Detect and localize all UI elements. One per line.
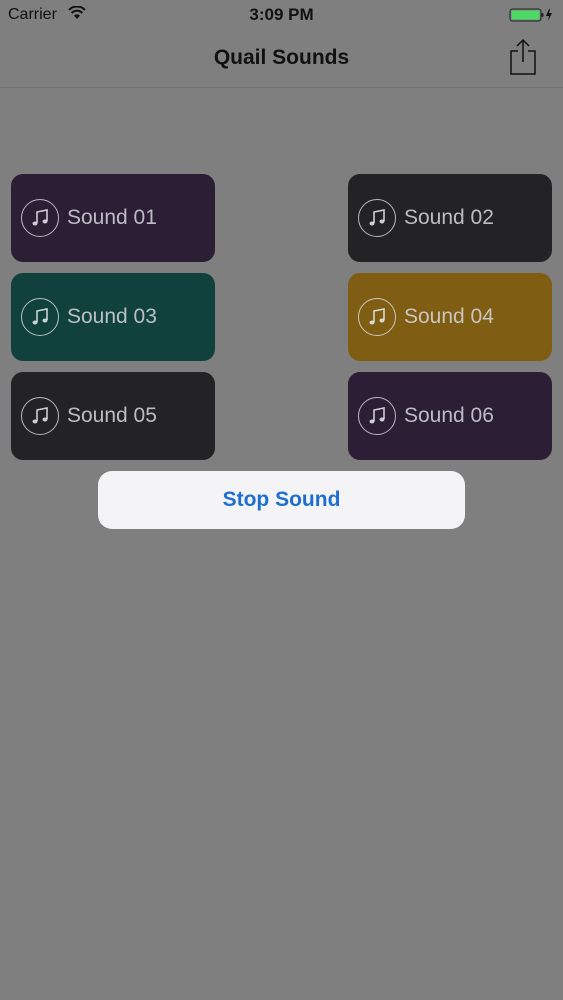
sound-label: Sound 02 bbox=[404, 206, 494, 229]
sound-label: Sound 05 bbox=[67, 404, 157, 427]
sound-button-02[interactable]: Sound 02 bbox=[348, 174, 552, 262]
sound-button-03[interactable]: Sound 03 bbox=[11, 273, 215, 361]
sound-label: Sound 01 bbox=[67, 206, 157, 229]
music-note-icon bbox=[358, 298, 396, 336]
battery-icon bbox=[509, 7, 555, 23]
page-title: Quail Sounds bbox=[213, 46, 350, 69]
navigation-bar: Quail Sounds bbox=[0, 30, 563, 88]
sound-button-04[interactable]: Sound 04 bbox=[348, 273, 552, 361]
share-icon[interactable] bbox=[509, 38, 537, 76]
music-note-icon bbox=[358, 199, 396, 237]
stop-sound-button[interactable]: Stop Sound bbox=[98, 471, 465, 529]
sound-button-05[interactable]: Sound 05 bbox=[11, 372, 215, 460]
music-note-icon bbox=[358, 397, 396, 435]
status-bar: Carrier 3:09 PM bbox=[0, 0, 563, 30]
sound-label: Sound 03 bbox=[67, 305, 157, 328]
music-note-icon bbox=[21, 298, 59, 336]
sound-button-01[interactable]: Sound 01 bbox=[11, 174, 215, 262]
clock: 3:09 PM bbox=[249, 5, 314, 24]
sound-button-06[interactable]: Sound 06 bbox=[348, 372, 552, 460]
music-note-icon bbox=[21, 397, 59, 435]
music-note-icon bbox=[21, 199, 59, 237]
sound-label: Sound 06 bbox=[404, 404, 494, 427]
sound-label: Sound 04 bbox=[404, 305, 494, 328]
